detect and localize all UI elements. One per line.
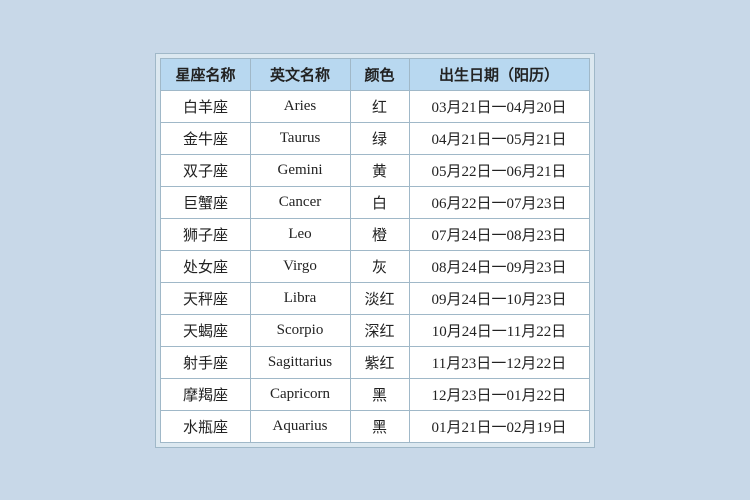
header-english-name: 英文名称 [250,58,350,90]
zodiac-table: 星座名称 英文名称 颜色 出生日期（阳历） 白羊座Aries红03月21日一04… [160,58,589,443]
cell-color: 黑 [350,410,409,442]
table-row: 处女座Virgo灰08月24日一09月23日 [161,250,589,282]
cell-english-name: Virgo [250,250,350,282]
cell-dates: 03月21日一04月20日 [409,90,589,122]
cell-chinese-name: 天蝎座 [161,314,250,346]
table-header-row: 星座名称 英文名称 颜色 出生日期（阳历） [161,58,589,90]
cell-dates: 01月21日一02月19日 [409,410,589,442]
cell-color: 橙 [350,218,409,250]
cell-dates: 04月21日一05月21日 [409,122,589,154]
cell-english-name: Libra [250,282,350,314]
cell-chinese-name: 巨蟹座 [161,186,250,218]
cell-english-name: Cancer [250,186,350,218]
table-row: 金牛座Taurus绿04月21日一05月21日 [161,122,589,154]
table-row: 狮子座Leo橙07月24日一08月23日 [161,218,589,250]
cell-chinese-name: 射手座 [161,346,250,378]
cell-dates: 05月22日一06月21日 [409,154,589,186]
cell-chinese-name: 金牛座 [161,122,250,154]
table-row: 水瓶座Aquarius黑01月21日一02月19日 [161,410,589,442]
table-row: 白羊座Aries红03月21日一04月20日 [161,90,589,122]
cell-color: 白 [350,186,409,218]
cell-dates: 06月22日一07月23日 [409,186,589,218]
cell-color: 紫红 [350,346,409,378]
header-dates: 出生日期（阳历） [409,58,589,90]
cell-color: 黑 [350,378,409,410]
cell-chinese-name: 水瓶座 [161,410,250,442]
cell-dates: 11月23日一12月22日 [409,346,589,378]
cell-chinese-name: 狮子座 [161,218,250,250]
cell-color: 绿 [350,122,409,154]
table-row: 天蝎座Scorpio深红10月24日一11月22日 [161,314,589,346]
header-color: 颜色 [350,58,409,90]
cell-chinese-name: 摩羯座 [161,378,250,410]
table-row: 天秤座Libra淡红09月24日一10月23日 [161,282,589,314]
cell-english-name: Scorpio [250,314,350,346]
cell-english-name: Aries [250,90,350,122]
cell-color: 红 [350,90,409,122]
cell-english-name: Leo [250,218,350,250]
cell-english-name: Capricorn [250,378,350,410]
cell-chinese-name: 白羊座 [161,90,250,122]
cell-chinese-name: 处女座 [161,250,250,282]
table-row: 巨蟹座Cancer白06月22日一07月23日 [161,186,589,218]
cell-color: 深红 [350,314,409,346]
cell-color: 淡红 [350,282,409,314]
cell-chinese-name: 天秤座 [161,282,250,314]
cell-english-name: Gemini [250,154,350,186]
cell-chinese-name: 双子座 [161,154,250,186]
cell-english-name: Taurus [250,122,350,154]
table-body: 白羊座Aries红03月21日一04月20日金牛座Taurus绿04月21日一0… [161,90,589,442]
cell-dates: 12月23日一01月22日 [409,378,589,410]
table-row: 射手座Sagittarius紫红11月23日一12月22日 [161,346,589,378]
table-row: 双子座Gemini黄05月22日一06月21日 [161,154,589,186]
cell-english-name: Sagittarius [250,346,350,378]
cell-color: 灰 [350,250,409,282]
cell-english-name: Aquarius [250,410,350,442]
cell-dates: 07月24日一08月23日 [409,218,589,250]
cell-dates: 10月24日一11月22日 [409,314,589,346]
header-chinese-name: 星座名称 [161,58,250,90]
cell-dates: 08月24日一09月23日 [409,250,589,282]
cell-color: 黄 [350,154,409,186]
zodiac-table-container: 星座名称 英文名称 颜色 出生日期（阳历） 白羊座Aries红03月21日一04… [155,53,594,448]
table-row: 摩羯座Capricorn黑12月23日一01月22日 [161,378,589,410]
cell-dates: 09月24日一10月23日 [409,282,589,314]
